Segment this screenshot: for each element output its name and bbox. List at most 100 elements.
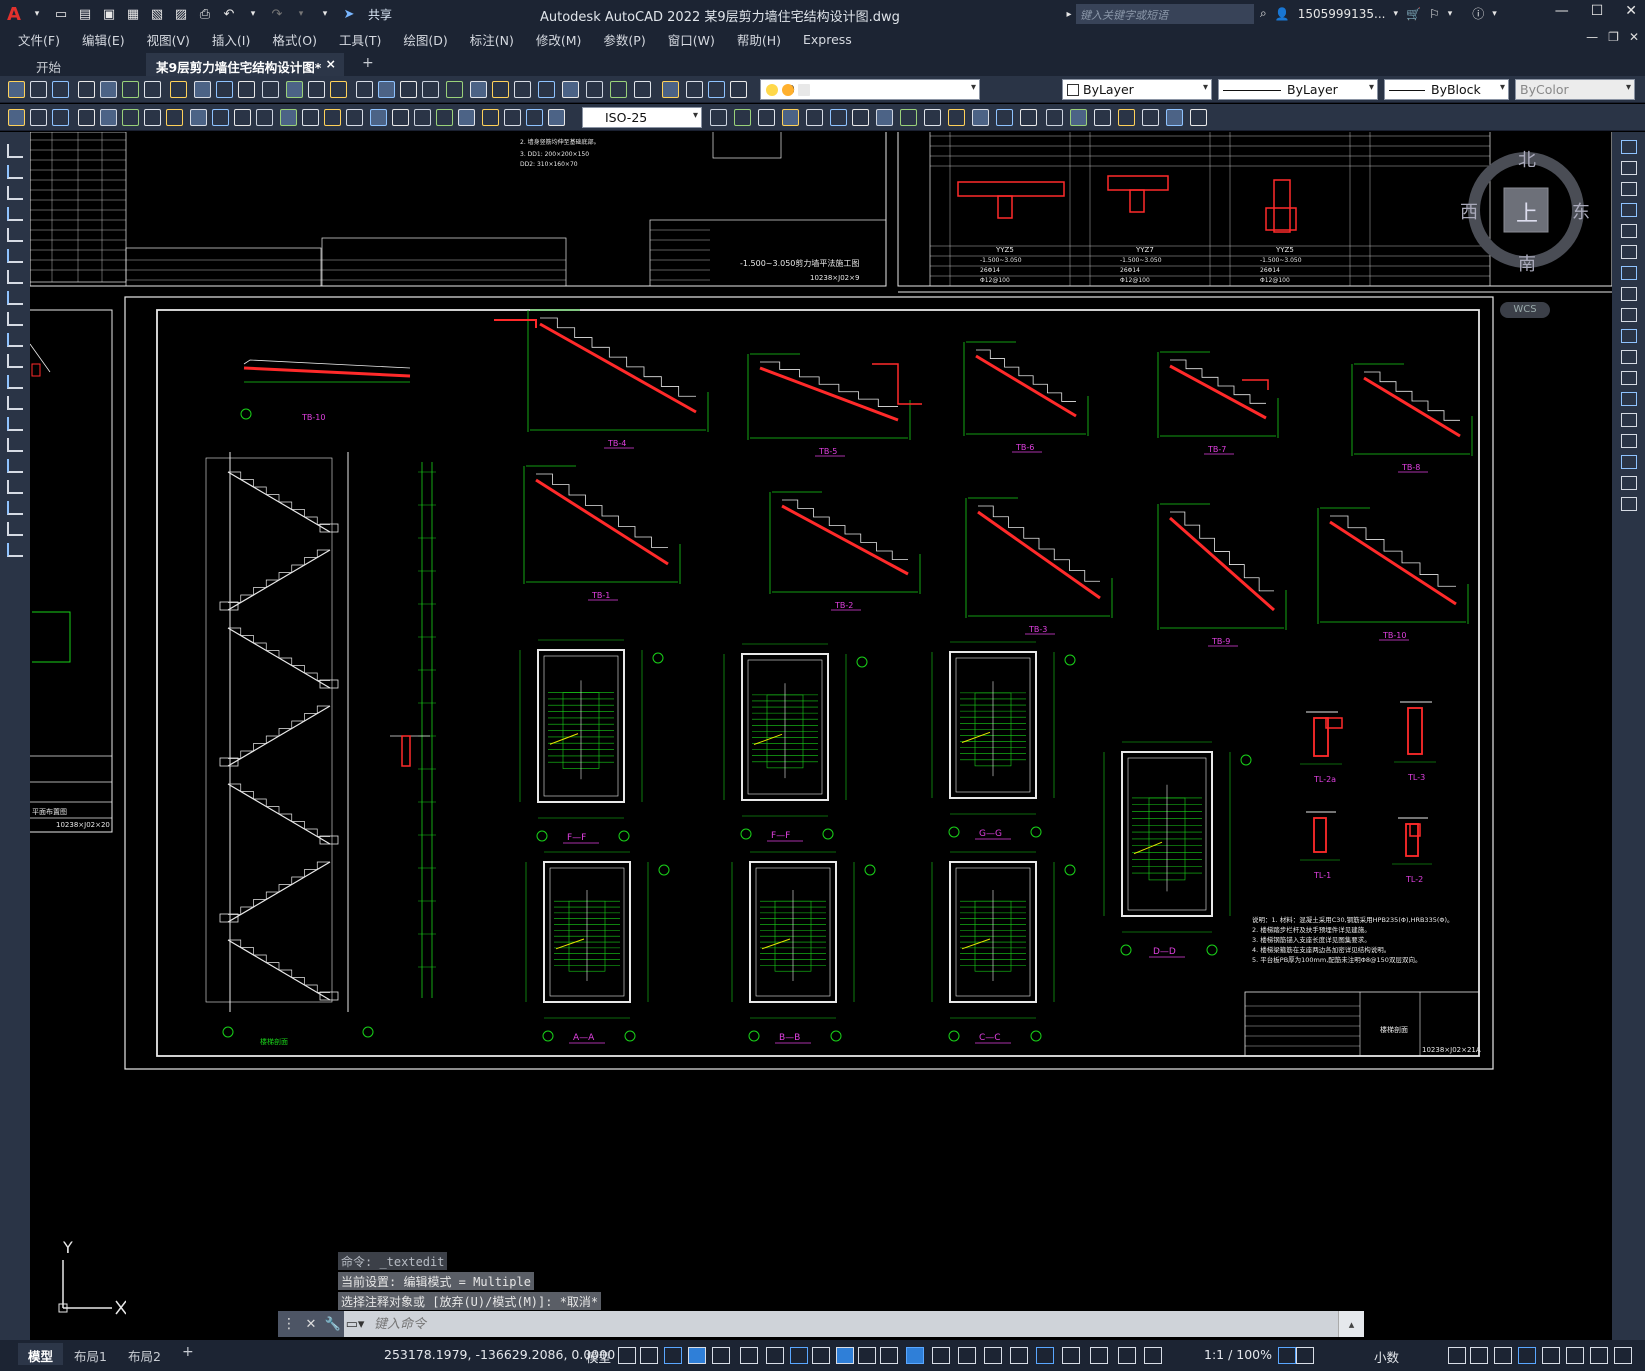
user-icon[interactable]: 👤 bbox=[1275, 7, 1290, 21]
view-cube-west[interactable]: 西 bbox=[1460, 198, 1478, 224]
layer-props-icon[interactable] bbox=[538, 81, 555, 98]
help-icon[interactable] bbox=[504, 109, 521, 126]
scale-icon[interactable] bbox=[1621, 287, 1637, 301]
view-cube-south[interactable]: 南 bbox=[1518, 250, 1536, 276]
add-selected-icon[interactable] bbox=[7, 543, 23, 557]
save-icon[interactable] bbox=[52, 81, 69, 98]
redo-icon[interactable] bbox=[256, 109, 273, 126]
chamfer-icon[interactable] bbox=[1621, 434, 1637, 448]
model-space-toggle[interactable]: 模型 bbox=[586, 1347, 611, 1366]
linetype-dropdown[interactable]: ByLayer ▾ bbox=[1218, 79, 1378, 100]
calc-icon[interactable] bbox=[492, 81, 509, 98]
toolbar-tool-icon[interactable] bbox=[972, 109, 989, 126]
new-icon[interactable] bbox=[8, 109, 25, 126]
design-center-icon[interactable] bbox=[392, 109, 409, 126]
design-center-icon[interactable] bbox=[400, 81, 417, 98]
match-icon[interactable] bbox=[212, 109, 229, 126]
coordinates-readout[interactable]: 253178.1979, -136629.2086, 0.0000 bbox=[384, 1347, 615, 1362]
zoom-prev-icon[interactable] bbox=[356, 81, 373, 98]
tool-palette-icon[interactable] bbox=[414, 109, 431, 126]
customize-command-icon[interactable]: 🔧 bbox=[322, 1311, 344, 1337]
view-cube-top-face[interactable]: 上 bbox=[1516, 196, 1538, 228]
paste-icon[interactable] bbox=[194, 81, 211, 98]
object-snap-tracking-icon[interactable] bbox=[766, 1347, 784, 1364]
toolbar-tool-icon[interactable] bbox=[996, 109, 1013, 126]
menu-format[interactable]: 格式(O) bbox=[272, 30, 317, 49]
redo-icon[interactable] bbox=[262, 81, 279, 98]
lock-icon[interactable] bbox=[686, 81, 703, 98]
layer-state-icon[interactable] bbox=[548, 109, 565, 126]
annotation-visibility-icon[interactable] bbox=[984, 1347, 1002, 1364]
new-icon[interactable] bbox=[8, 81, 25, 98]
object-snap-icon[interactable] bbox=[790, 1347, 808, 1364]
auto-scale-icon[interactable] bbox=[1010, 1347, 1028, 1364]
polygon-icon[interactable] bbox=[7, 207, 23, 221]
extend-icon[interactable] bbox=[1621, 350, 1637, 364]
chevron-down-icon[interactable]: ▾ bbox=[1492, 9, 1497, 19]
pan-icon[interactable] bbox=[286, 81, 303, 98]
rectangle-icon[interactable] bbox=[7, 228, 23, 242]
chevron-down-icon[interactable]: ▾ bbox=[1448, 9, 1453, 19]
doc-close-icon[interactable]: ✕ bbox=[1629, 30, 1639, 44]
copy-icon[interactable] bbox=[166, 109, 183, 126]
view-cube-north[interactable]: 北 bbox=[1518, 146, 1536, 172]
zoom-icon[interactable] bbox=[302, 109, 319, 126]
minimize-icon[interactable]: — bbox=[1555, 3, 1569, 19]
polar-icon[interactable] bbox=[712, 1347, 730, 1364]
revcloud-icon[interactable] bbox=[7, 291, 23, 305]
close-icon[interactable]: ✕ bbox=[1625, 3, 1637, 19]
toolbar-tool-icon[interactable] bbox=[948, 109, 965, 126]
lineweight-dropdown[interactable]: ByBlock ▾ bbox=[1384, 79, 1509, 100]
tab-document[interactable]: 某9层剪力墙住宅结构设计图* × bbox=[146, 53, 344, 76]
region-icon[interactable] bbox=[7, 480, 23, 494]
dimstyle-dropdown[interactable]: ISO-25 ▾ bbox=[582, 107, 702, 128]
cut-icon[interactable] bbox=[144, 81, 161, 98]
isodraft-icon[interactable] bbox=[740, 1347, 758, 1364]
calc-icon[interactable] bbox=[482, 109, 499, 126]
undo-icon[interactable]: ↶ bbox=[220, 6, 238, 22]
command-prompt-icon[interactable]: ▭▾ bbox=[344, 1311, 366, 1337]
toolbar-tool-icon[interactable] bbox=[1020, 109, 1037, 126]
move-icon[interactable] bbox=[1621, 245, 1637, 259]
toolbar-tool-icon[interactable] bbox=[1046, 109, 1063, 126]
offset-icon[interactable] bbox=[1621, 203, 1637, 217]
view-cube-east[interactable]: 东 bbox=[1572, 198, 1590, 224]
polyline-icon[interactable] bbox=[7, 186, 23, 200]
doc-restore-icon[interactable]: ❐ bbox=[1608, 30, 1619, 44]
table-icon[interactable] bbox=[7, 501, 23, 515]
toolbar-tool-icon[interactable] bbox=[1166, 109, 1183, 126]
doc-minimize-icon[interactable]: — bbox=[1586, 30, 1598, 44]
menu-tools[interactable]: 工具(T) bbox=[339, 30, 381, 49]
close-command-icon[interactable]: ✕ bbox=[300, 1311, 322, 1337]
toolbar-tool-icon[interactable] bbox=[1142, 109, 1159, 126]
search-icon[interactable]: ⌕ bbox=[1260, 6, 1267, 21]
break-point-icon[interactable] bbox=[1621, 371, 1637, 385]
autocad-logo-icon[interactable]: A bbox=[0, 0, 28, 28]
command-input[interactable] bbox=[366, 1316, 1338, 1332]
paste-icon[interactable] bbox=[190, 109, 207, 126]
lock-ui-icon[interactable] bbox=[1278, 1347, 1296, 1364]
trim-icon[interactable] bbox=[1621, 329, 1637, 343]
app-store-icon[interactable]: ⚐ bbox=[1429, 7, 1440, 21]
array-icon[interactable] bbox=[1621, 224, 1637, 238]
copy-icon[interactable] bbox=[1621, 161, 1637, 175]
dynamic-ucs-icon[interactable] bbox=[906, 1347, 924, 1364]
construction-line-icon[interactable] bbox=[7, 165, 23, 179]
layer-prev-icon[interactable] bbox=[586, 81, 603, 98]
clean-screen-icon[interactable] bbox=[1470, 1347, 1488, 1364]
zoom-icon[interactable] bbox=[308, 81, 325, 98]
print-icon[interactable]: ⎙ bbox=[196, 6, 214, 22]
search-input[interactable]: 键入关键字或短语 bbox=[1076, 4, 1254, 24]
ellipse-icon[interactable] bbox=[7, 333, 23, 347]
open-icon[interactable] bbox=[30, 81, 47, 98]
properties-icon[interactable] bbox=[370, 109, 387, 126]
toolbar-tool-icon[interactable] bbox=[876, 109, 893, 126]
preview-icon[interactable] bbox=[100, 109, 117, 126]
stretch-icon[interactable] bbox=[1621, 308, 1637, 322]
layer-state-icon[interactable] bbox=[562, 81, 579, 98]
save-icon[interactable] bbox=[52, 109, 69, 126]
3d-osnap-icon[interactable] bbox=[880, 1347, 898, 1364]
share-icon[interactable]: ➤ bbox=[340, 6, 358, 22]
selection-filter-icon[interactable] bbox=[932, 1347, 950, 1364]
ellipse-arc-icon[interactable] bbox=[7, 354, 23, 368]
